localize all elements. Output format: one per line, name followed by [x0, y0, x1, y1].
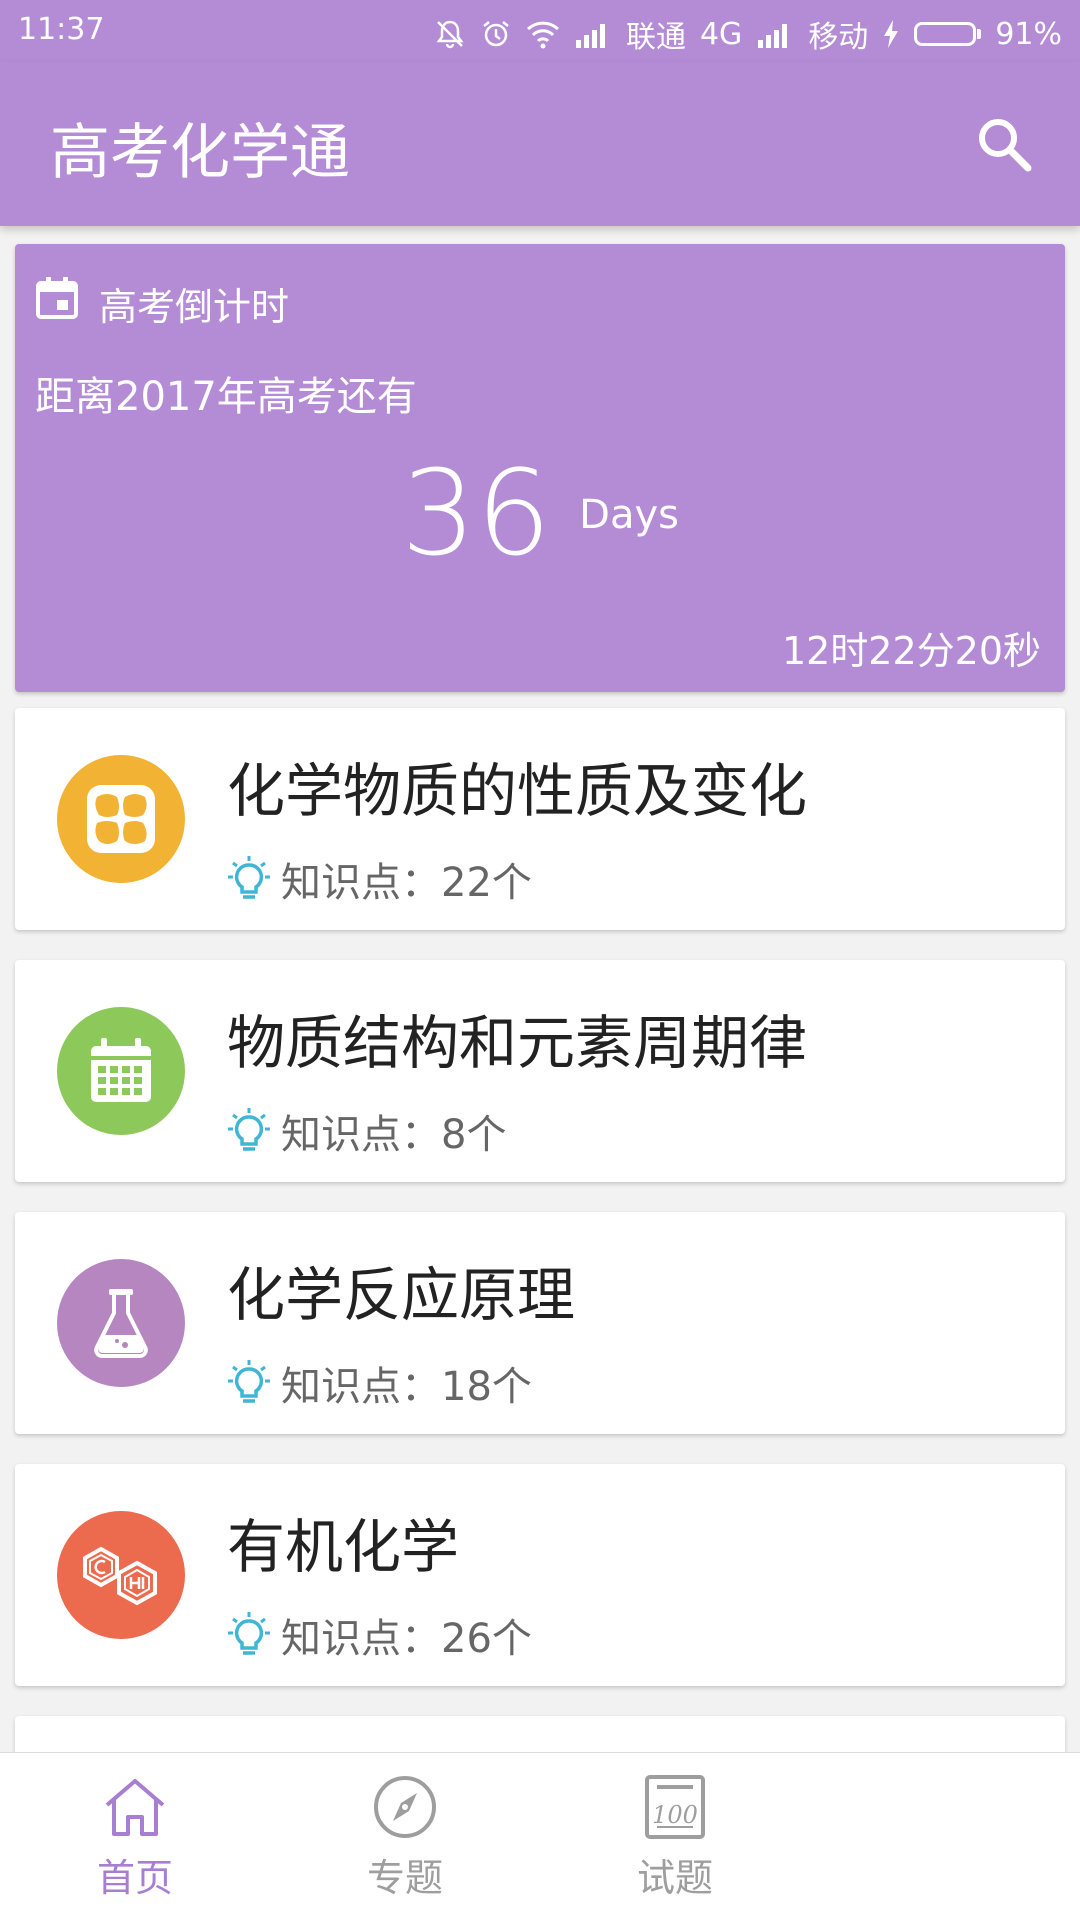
countdown-subtitle: 距离2017年高考还有 [35, 374, 417, 420]
topic-name: 有机化学 [227, 1513, 460, 1581]
topic-icon-circle [57, 1511, 185, 1639]
nav-label: 试题 [636, 1856, 713, 1900]
status-bar: 11:37 联通 4G 移动 91% [0, 0, 1080, 62]
calendar-icon [35, 276, 79, 320]
nav-home[interactable]: 首页 [70, 1773, 200, 1902]
topic-card[interactable]: 化学物质的性质及变化 知识点：22个 [15, 708, 1065, 930]
compass-icon [374, 1776, 436, 1838]
days-count: 36 [401, 444, 552, 582]
lightbulb-icon [228, 1108, 270, 1151]
topic-icon-circle [57, 755, 185, 883]
lightbulb-icon [228, 856, 270, 899]
topic-name: 物质结构和元素周期律 [227, 1009, 808, 1077]
knowledge-count: 知识点：22个 [281, 860, 532, 906]
exam-icon: 100 [645, 1775, 705, 1839]
topic-name: 化学反应原理 [227, 1261, 576, 1329]
topic-name: 化学物质的性质及变化 [227, 757, 808, 825]
wifi-icon [526, 19, 560, 49]
app-bar: 高考化学通 [0, 62, 1080, 226]
knowledge-count: 知识点：26个 [281, 1616, 532, 1662]
charging-icon [882, 19, 900, 49]
days-unit: Days [579, 492, 679, 538]
svg-text:100: 100 [652, 1801, 698, 1829]
countdown-card: 高考倒计时 距离2017年高考还有 36 Days 12时22分20秒 [15, 244, 1065, 692]
topic-card[interactable]: 化学反应原理 知识点：18个 [15, 1212, 1065, 1434]
alarm-icon [480, 18, 512, 50]
grid-icon [87, 785, 155, 853]
bottom-nav: 首页 专题 100 试题 [0, 1752, 1080, 1921]
search-icon[interactable] [972, 112, 1036, 176]
topic-card[interactable]: 有机化学 知识点：26个 [15, 1464, 1065, 1686]
home-icon [105, 1779, 165, 1836]
flask-icon [94, 1289, 148, 1358]
carrier1-label: 联通 [625, 20, 686, 55]
signal-icon [574, 20, 612, 48]
signal-icon [756, 20, 794, 48]
mute-icon [434, 18, 466, 50]
network-type: 4G [699, 16, 743, 52]
nav-label: 专题 [366, 1856, 443, 1900]
nav-exams[interactable]: 100 试题 [610, 1773, 740, 1902]
nav-label: 首页 [96, 1856, 173, 1900]
knowledge-count: 知识点：8个 [281, 1112, 507, 1158]
remaining-time: 12时22分20秒 [781, 629, 1041, 673]
status-time: 11:37 [18, 12, 105, 47]
app-title: 高考化学通 [50, 118, 350, 188]
lightbulb-icon [228, 1360, 270, 1403]
benzene-icon [83, 1546, 157, 1606]
knowledge-count: 知识点：18个 [281, 1364, 532, 1410]
nav-topics[interactable]: 专题 [340, 1773, 470, 1902]
topic-icon-circle [57, 1259, 185, 1387]
lightbulb-icon [228, 1612, 270, 1655]
topic-icon-circle [57, 1007, 185, 1135]
battery-percent: 91% [995, 16, 1062, 52]
topic-card[interactable]: 物质结构和元素周期律 知识点：8个 [15, 960, 1065, 1182]
calendar-grid-icon [91, 1038, 151, 1102]
countdown-label: 高考倒计时 [99, 285, 290, 329]
carrier2-label: 移动 [808, 20, 869, 55]
battery-icon [914, 22, 982, 46]
